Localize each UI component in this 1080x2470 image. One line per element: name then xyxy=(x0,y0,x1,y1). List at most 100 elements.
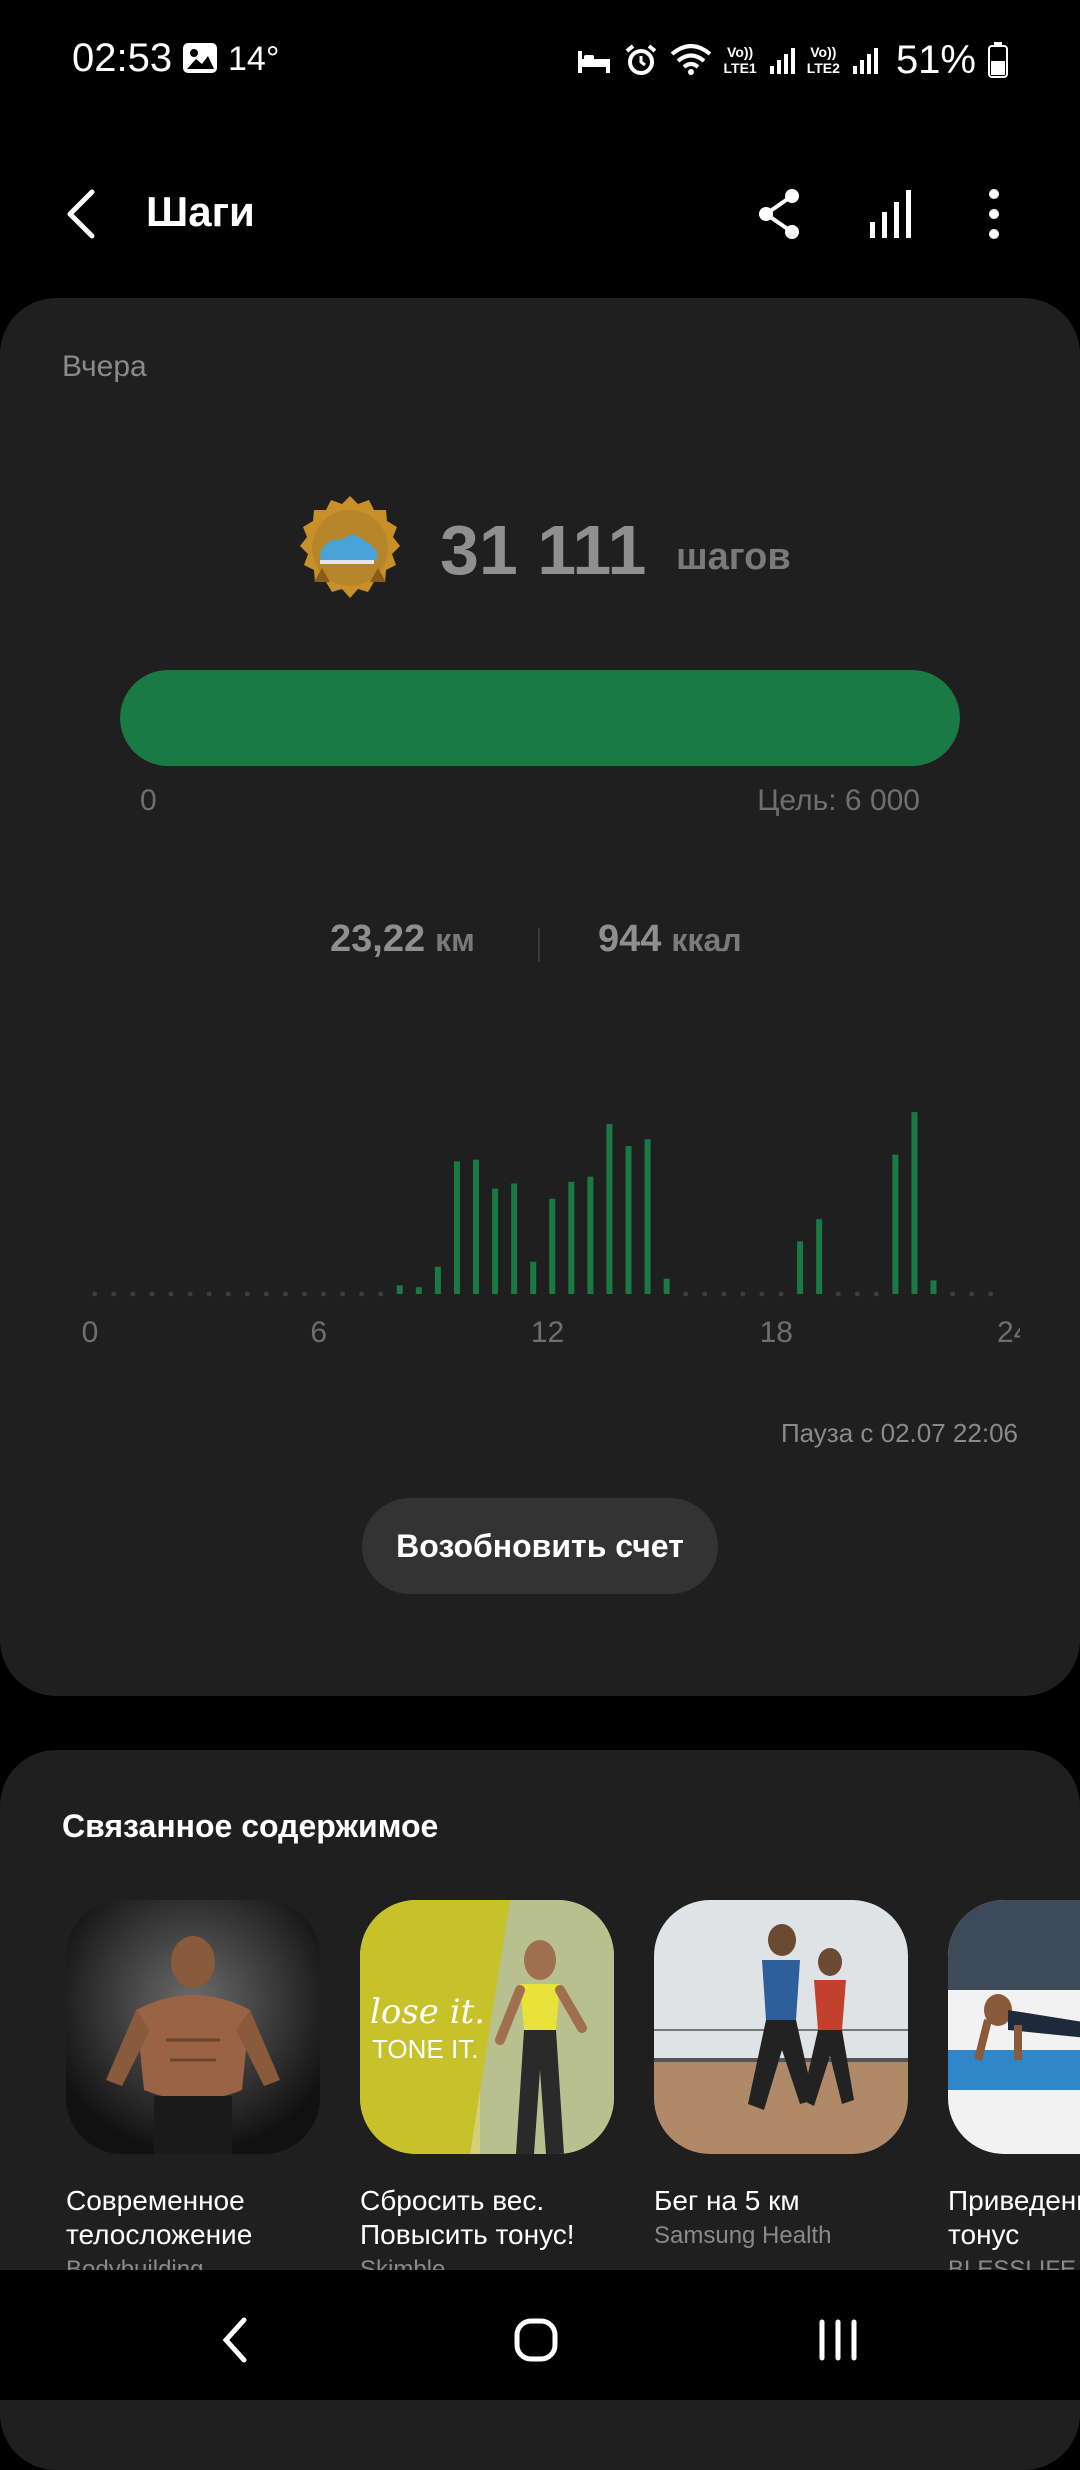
sim2-network: Vo)) LTE2 xyxy=(806,44,840,76)
page-title: Шаги xyxy=(146,188,255,235)
chart-empty-dot xyxy=(969,1291,975,1297)
navigation-bar xyxy=(0,2270,1080,2400)
calories-metric: 944 ккал xyxy=(598,918,742,961)
alarm-icon xyxy=(624,43,658,77)
steps-progress-fill xyxy=(120,670,960,766)
share-button[interactable] xyxy=(748,182,812,246)
nav-back-button[interactable] xyxy=(196,2300,276,2380)
nav-recents-button[interactable] xyxy=(798,2300,878,2380)
chart-bar xyxy=(663,1278,670,1294)
distance-metric: 23,22 км xyxy=(330,918,475,961)
chart-empty-dot xyxy=(835,1291,841,1297)
related-item-title: Бег на 5 км xyxy=(654,2185,800,2216)
chart-empty-dot xyxy=(988,1291,994,1297)
chart-bar xyxy=(606,1124,613,1294)
goal-label: Цель: 6 000 xyxy=(757,784,920,817)
recents-icon xyxy=(819,2319,857,2361)
steps-card: Вчера 31 111 шагов 0 Цель: 6 000 23,22 км… xyxy=(0,298,1080,1696)
related-item-lose-weight[interactable]: lose it. TONE IT. Сбросить вес. Повысить… xyxy=(360,1900,614,2284)
chart-bar xyxy=(892,1154,899,1294)
related-item-bodybuilding[interactable]: Современное телосложение Bodybuilding xyxy=(66,1900,320,2284)
chart-bar xyxy=(816,1219,823,1294)
period-label: Вчера xyxy=(62,350,147,383)
steps-count: 31 111 xyxy=(440,511,647,589)
steps-progress-bar xyxy=(120,670,960,766)
chart-empty-dot xyxy=(683,1291,689,1297)
chart-empty-dot xyxy=(149,1291,155,1297)
chart-empty-dot xyxy=(168,1291,174,1297)
related-item-title: Современное телосложение xyxy=(66,2185,253,2250)
chart-empty-dot xyxy=(92,1291,98,1297)
back-icon xyxy=(67,189,95,239)
chart-bar xyxy=(625,1146,632,1294)
chart-empty-dot xyxy=(187,1291,193,1297)
chart-bar xyxy=(549,1198,556,1294)
related-section-title: Связанное содержимое xyxy=(62,1808,439,1844)
shoe-medal-icon xyxy=(294,494,406,606)
gallery-icon xyxy=(182,42,218,74)
chart-empty-dot xyxy=(301,1291,307,1297)
related-item-5k-run[interactable]: Бег на 5 км Samsung Health xyxy=(654,1900,908,2250)
related-item-tone[interactable]: Приведение в тонус BLESSLIFE xyxy=(948,1900,1080,2284)
chart-icon xyxy=(870,190,911,238)
status-time: 02:53 xyxy=(72,36,173,80)
wifi-icon xyxy=(670,44,712,76)
signal-icon-1 xyxy=(769,46,795,74)
status-temperature: 14° xyxy=(228,40,280,78)
workout-thumbnail xyxy=(948,1900,1080,2154)
chart-empty-dot xyxy=(244,1291,250,1297)
chart-bar xyxy=(930,1280,937,1294)
metric-divider xyxy=(538,928,540,962)
nav-home-button[interactable] xyxy=(496,2300,576,2380)
more-icon xyxy=(989,189,999,239)
chart-bar xyxy=(511,1183,518,1294)
chart-bar xyxy=(434,1266,441,1294)
chart-empty-dot xyxy=(778,1291,784,1297)
chart-bar xyxy=(473,1159,480,1294)
chart-empty-dot xyxy=(130,1291,136,1297)
chart-empty-dot xyxy=(282,1291,288,1297)
sleep-mode-icon xyxy=(576,45,612,75)
chart-empty-dot xyxy=(854,1291,860,1297)
more-options-button[interactable] xyxy=(962,182,1026,246)
chart-bar xyxy=(644,1139,651,1294)
signal-icon-2 xyxy=(852,46,878,74)
chart-empty-dot xyxy=(759,1291,765,1297)
chart-bar xyxy=(587,1176,594,1294)
battery-icon xyxy=(988,42,1008,78)
home-icon xyxy=(514,2318,558,2362)
chart-bar xyxy=(530,1261,537,1294)
hourly-steps-chart: 0 6 12 18 24(ч) xyxy=(82,1112,1020,1349)
chart-bar xyxy=(568,1181,575,1294)
runner-woman-thumbnail: lose it. TONE IT. xyxy=(360,1900,614,2154)
chart-bar xyxy=(453,1161,460,1294)
nav-back-icon xyxy=(222,2317,247,2363)
back-button[interactable] xyxy=(52,182,116,246)
chart-empty-dot xyxy=(111,1291,117,1297)
chart-empty-dot xyxy=(340,1291,346,1297)
chart-empty-dot xyxy=(721,1291,727,1297)
chart-empty-dot xyxy=(378,1291,384,1297)
chart-x-tick: 6 xyxy=(310,1316,327,1349)
resume-counting-button[interactable]: Возобновить счет xyxy=(362,1498,718,1594)
chart-empty-dot xyxy=(206,1291,212,1297)
chart-empty-dot xyxy=(263,1291,269,1297)
sim1-network: Vo)) LTE1 xyxy=(723,44,757,76)
chart-empty-dot xyxy=(225,1291,231,1297)
chart-empty-dot xyxy=(950,1291,956,1297)
bodybuilder-thumbnail xyxy=(66,1900,320,2154)
chart-bar xyxy=(797,1241,804,1294)
overlay-text-1: lose it. xyxy=(370,1992,486,2032)
chart-x-tick: 0 xyxy=(82,1316,99,1349)
steps-unit: шагов xyxy=(676,536,791,578)
chart-empty-dot xyxy=(873,1291,879,1297)
distance-value: 23,22 xyxy=(330,918,426,960)
calories-unit: ккал xyxy=(671,922,742,958)
status-icons: Vo)) LTE1 Vo)) LTE2 51% xyxy=(576,34,1008,86)
related-item-title: Приведение в тонус xyxy=(948,2185,1080,2250)
related-item-source: Samsung Health xyxy=(654,2222,832,2249)
related-item-title: Сбросить вес. Повысить тонус! xyxy=(360,2185,575,2250)
trends-button[interactable] xyxy=(860,182,924,246)
calories-value: 944 xyxy=(598,918,662,960)
chart-x-tick: 24(ч) xyxy=(997,1316,1020,1349)
